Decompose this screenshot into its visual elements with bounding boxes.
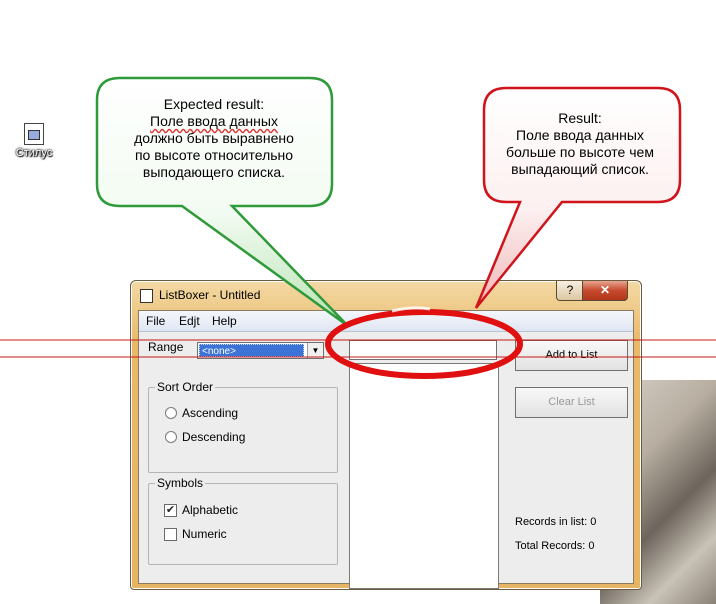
result-callout-text: Result: Поле ввода данных больше по высо…: [490, 110, 670, 178]
expected-line-2: должно быть выравнено: [134, 130, 294, 146]
help-button[interactable]: ?: [556, 281, 584, 301]
window-client: File Edjt Help Range <none> ▼ Add to Lis…: [138, 310, 634, 589]
result-line-3: выпадающий список.: [511, 161, 649, 177]
records-listbox[interactable]: [349, 363, 499, 589]
numeric-checkbox[interactable]: [164, 528, 177, 541]
clear-list-button[interactable]: Clear List: [515, 387, 628, 418]
sort-order-title: Sort Order: [155, 380, 216, 394]
ascending-label: Ascending: [182, 406, 239, 420]
shortcut-icon: [24, 123, 44, 145]
ascending-radio[interactable]: [165, 407, 177, 419]
descending-radio[interactable]: [165, 431, 177, 443]
menu-edit[interactable]: Edjt: [179, 314, 200, 328]
symbols-group: Symbols ✔ Alphabetic Numeric: [148, 476, 338, 565]
result-line-2: больше по высоте чем: [506, 144, 654, 160]
result-heading: Result:: [558, 110, 602, 126]
chevron-down-icon[interactable]: ▼: [307, 343, 323, 358]
expected-callout-text: Expected result: Поле ввода данных должн…: [106, 96, 322, 181]
add-to-list-button[interactable]: Add to List: [515, 340, 628, 371]
menu-file[interactable]: File: [146, 314, 165, 328]
app-icon: [140, 289, 153, 303]
close-button[interactable]: ✕: [582, 281, 628, 301]
records-in-list-text: Records in list: 0: [515, 516, 597, 528]
sort-order-group: Sort Order Ascending Descending: [148, 380, 338, 473]
expected-line-4: выподающего списка.: [142, 164, 286, 180]
result-line-1: Поле ввода данных: [516, 127, 644, 143]
expected-line-1: Поле ввода данных: [150, 113, 278, 129]
shortcut-caption: Стилус: [15, 147, 53, 159]
title-bar[interactable]: ListBoxer - Untitled ? ✕: [131, 281, 641, 309]
range-dropdown[interactable]: <none> ▼: [197, 342, 324, 359]
alphabetic-checkbox[interactable]: ✔: [164, 504, 177, 517]
data-entry-input[interactable]: [349, 340, 497, 360]
descending-label: Descending: [182, 430, 246, 444]
listboxer-window: ListBoxer - Untitled ? ✕ File Edjt Help …: [130, 280, 642, 590]
alphabetic-label: Alphabetic: [182, 503, 239, 517]
symbols-title: Symbols: [155, 476, 206, 490]
menu-help[interactable]: Help: [212, 314, 237, 328]
menu-bar: File Edjt Help: [139, 311, 633, 332]
expected-line-3: по высоте относительно: [134, 147, 294, 163]
expected-heading: Expected result:: [163, 96, 265, 112]
desktop-shortcut[interactable]: Стилус: [12, 123, 56, 159]
numeric-label: Numeric: [182, 527, 227, 541]
total-records-text: Total Records: 0: [515, 540, 595, 552]
range-label: Range: [148, 340, 184, 354]
window-title: ListBoxer - Untitled: [159, 288, 261, 302]
range-selected-value: <none>: [199, 344, 304, 357]
